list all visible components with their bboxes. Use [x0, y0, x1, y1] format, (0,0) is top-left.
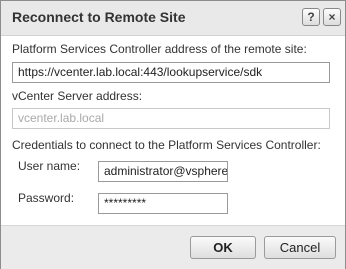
ok-button[interactable]: OK	[190, 236, 256, 259]
username-label: User name:	[18, 159, 81, 173]
vcenter-address-input: vcenter.lab.local	[12, 108, 330, 129]
cancel-button[interactable]: Cancel	[264, 236, 336, 259]
dialog-title: Reconnect to Remote Site	[12, 9, 186, 25]
dialog-titlebar[interactable]: Reconnect to Remote Site ? ×	[1, 1, 345, 36]
password-input[interactable]: *********	[98, 193, 228, 214]
vcenter-address-label: vCenter Server address:	[12, 89, 143, 103]
help-icon[interactable]: ?	[302, 8, 320, 26]
password-label: Password:	[18, 191, 75, 205]
reconnect-dialog: Reconnect to Remote Site ? × Platform Se…	[0, 0, 346, 269]
credentials-label: Credentials to connect to the Platform S…	[12, 138, 321, 152]
dialog-footer: OK Cancel	[1, 225, 345, 269]
username-input[interactable]: administrator@vsphere.local	[98, 161, 228, 182]
psc-address-input[interactable]: https://vcenter.lab.local:443/lookupserv…	[12, 62, 330, 83]
close-icon[interactable]: ×	[323, 8, 341, 26]
psc-address-label: Platform Services Controller address of …	[12, 42, 307, 56]
